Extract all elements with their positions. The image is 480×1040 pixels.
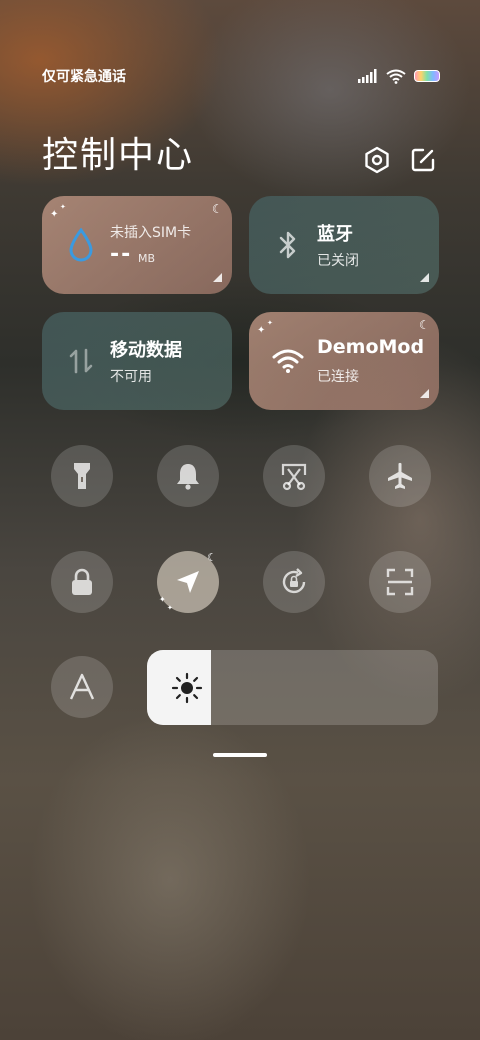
- screenshot-toggle[interactable]: [263, 445, 325, 507]
- wifi-tile[interactable]: ✦ ✦ ☾ DemoMod 已连接: [249, 312, 439, 410]
- silent-toggle[interactable]: [157, 445, 219, 507]
- data-usage-tile[interactable]: ✦ ✦ ☾ 未插入SIM卡 -- MB: [42, 196, 232, 294]
- bluetooth-status: 已关闭: [317, 253, 359, 269]
- expand-corner-icon[interactable]: [420, 389, 429, 398]
- data-usage-unit: MB: [138, 252, 156, 265]
- sparkle-icon: ✦: [267, 319, 273, 327]
- scan-icon: [386, 568, 414, 596]
- font-size-button[interactable]: [51, 656, 113, 718]
- wifi-status: 已连接: [317, 369, 359, 385]
- airplane-icon: [388, 462, 412, 489]
- lock-icon: [72, 568, 92, 595]
- settings-button[interactable]: [362, 145, 392, 175]
- expand-corner-icon[interactable]: [213, 273, 222, 282]
- flashlight-icon: [74, 463, 90, 489]
- wifi-network-name: DemoMod: [317, 336, 425, 358]
- location-arrow-icon: [177, 571, 199, 593]
- moon-icon: ☾: [419, 318, 430, 332]
- water-drop-icon: [64, 228, 98, 262]
- home-indicator[interactable]: [213, 753, 267, 757]
- scanner-toggle[interactable]: [369, 551, 431, 613]
- airplane-toggle[interactable]: [369, 445, 431, 507]
- status-emergency-text: 仅可紧急通话: [42, 69, 126, 85]
- edit-button[interactable]: [408, 145, 438, 175]
- data-usage-value: --: [110, 242, 133, 267]
- moon-icon: ☾: [212, 202, 223, 216]
- settings-hexagon-icon: [365, 146, 389, 174]
- sun-icon: [171, 672, 203, 704]
- wifi-icon: [271, 344, 305, 378]
- expand-corner-icon[interactable]: [420, 273, 429, 282]
- sparkle-icon: ✦: [167, 604, 173, 612]
- mobile-data-title: 移动数据: [110, 340, 182, 361]
- status-icons: [358, 66, 440, 86]
- sparkle-icon: ✦: [60, 203, 66, 211]
- sim-status-text: 未插入SIM卡: [110, 225, 192, 241]
- signal-icon: [358, 69, 377, 83]
- font-a-icon: [69, 673, 95, 700]
- screenshot-scissors-icon: [281, 463, 307, 491]
- mobile-data-arrows-icon: [64, 344, 98, 378]
- bluetooth-tile[interactable]: 蓝牙 已关闭: [249, 196, 439, 294]
- page-title: 控制中心: [42, 135, 195, 176]
- flashlight-toggle[interactable]: [51, 445, 113, 507]
- wifi-icon: [386, 69, 406, 84]
- bell-icon: [177, 464, 199, 490]
- rotation-lock-icon: [282, 568, 306, 594]
- bluetooth-icon: [271, 228, 305, 262]
- sparkle-icon: ✦: [159, 595, 166, 604]
- mobile-data-status: 不可用: [110, 369, 152, 385]
- sparkle-icon: ✦: [257, 325, 266, 336]
- moon-icon: ☾: [207, 551, 217, 564]
- battery-icon: [414, 70, 440, 82]
- edit-icon: [411, 148, 435, 172]
- rotation-lock-toggle[interactable]: [263, 551, 325, 613]
- mobile-data-tile[interactable]: 移动数据 不可用: [42, 312, 232, 410]
- lock-screen-toggle[interactable]: [51, 551, 113, 613]
- location-toggle[interactable]: ☾ ✦ ✦: [157, 551, 219, 613]
- sparkle-icon: ✦: [50, 209, 59, 220]
- brightness-slider[interactable]: [147, 650, 438, 725]
- bluetooth-title: 蓝牙: [317, 224, 353, 245]
